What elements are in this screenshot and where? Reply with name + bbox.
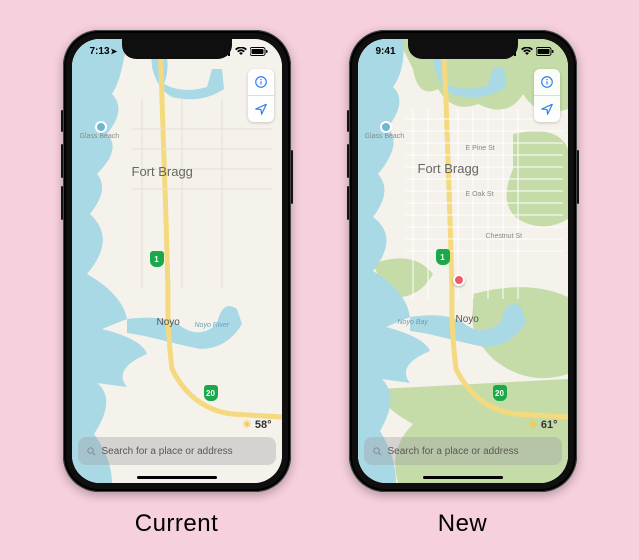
search-icon xyxy=(86,446,97,457)
notch xyxy=(408,39,518,59)
glass-beach-marker[interactable] xyxy=(95,121,107,133)
sun-icon: ☀︎ xyxy=(528,418,538,431)
caption-current: Current xyxy=(135,510,219,538)
search-bar[interactable]: Search for a place or address xyxy=(364,437,562,465)
search-bar[interactable]: Search for a place or address xyxy=(78,437,276,465)
phone-new: 9:41 xyxy=(349,30,577,492)
locate-button[interactable] xyxy=(248,95,274,122)
search-placeholder: Search for a place or address xyxy=(102,446,233,457)
glass-beach-label: Glass Beach xyxy=(80,133,120,140)
search-placeholder: Search for a place or address xyxy=(388,446,519,457)
info-button[interactable] xyxy=(248,69,274,95)
info-button[interactable] xyxy=(534,69,560,95)
poi-marker[interactable] xyxy=(453,274,465,286)
highway-20-shield: 20 xyxy=(204,385,218,401)
battery-icon xyxy=(250,47,268,56)
notch xyxy=(122,39,232,59)
noyo-bay-label: Noyo Bay xyxy=(398,319,428,326)
home-indicator[interactable] xyxy=(137,476,217,479)
noyo-label: Noyo xyxy=(456,314,479,325)
wifi-icon xyxy=(235,47,247,56)
weather-widget[interactable]: ☀︎61° xyxy=(528,418,558,431)
city-label: Fort Bragg xyxy=(132,164,193,179)
highway-1-shield: 1 xyxy=(150,251,164,267)
caption-new: New xyxy=(438,510,488,538)
city-label: Fort Bragg xyxy=(418,161,479,176)
status-time: 7:13 xyxy=(90,46,110,57)
location-services-icon: ➤ xyxy=(111,47,118,56)
highway-1-shield: 1 xyxy=(436,249,450,265)
highway-20-shield: 20 xyxy=(493,385,507,401)
weather-widget[interactable]: ☀︎58° xyxy=(242,418,272,431)
battery-icon xyxy=(536,47,554,56)
status-time: 9:41 xyxy=(376,46,396,57)
noyo-label: Noyo xyxy=(157,317,180,328)
map-controls xyxy=(534,69,560,122)
phone-current: 7:13➤ xyxy=(63,30,291,492)
noyo-river-label: Noyo River xyxy=(195,322,230,329)
temperature: 61° xyxy=(541,419,558,431)
glass-beach-label: Glass Beach xyxy=(365,133,405,140)
temperature: 58° xyxy=(255,419,272,431)
wifi-icon xyxy=(521,47,533,56)
home-indicator[interactable] xyxy=(423,476,503,479)
locate-button[interactable] xyxy=(534,95,560,122)
chestnut-st-label: Chestnut St xyxy=(486,233,523,240)
oak-st-label: E Oak St xyxy=(466,191,494,198)
pine-st-label: E Pine St xyxy=(466,145,495,152)
sun-icon: ☀︎ xyxy=(242,418,252,431)
search-icon xyxy=(372,446,383,457)
map-controls xyxy=(248,69,274,122)
glass-beach-marker[interactable] xyxy=(380,121,392,133)
